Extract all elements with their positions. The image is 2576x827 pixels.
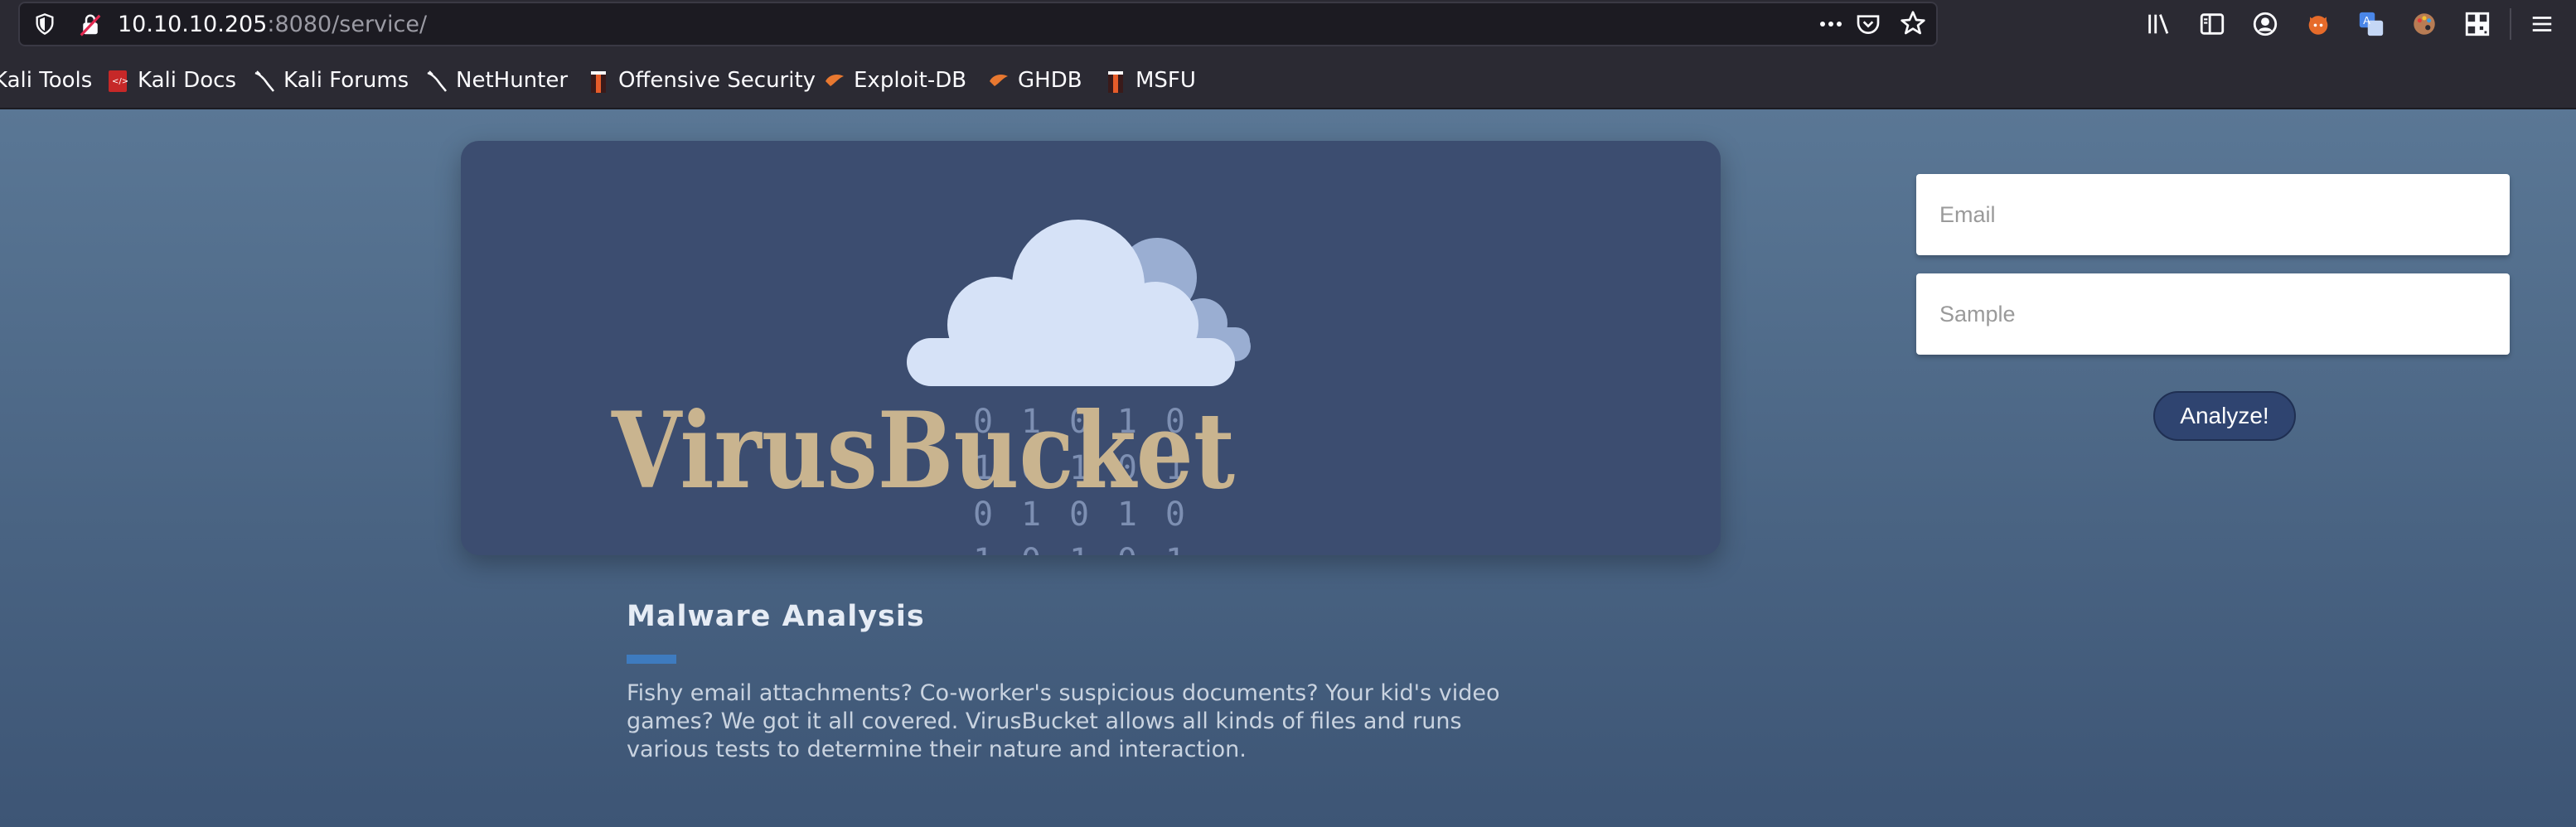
title-underline (627, 655, 676, 664)
page-body: 0 1 0 1 0 1 0 1 0 1 0 1 0 1 0 1 0 1 0 1 … (0, 109, 2576, 827)
bookmark-offensive-security[interactable]: Offensive Security (588, 66, 816, 94)
menu-icon[interactable] (2530, 10, 2558, 38)
bookmark-label: Kali Tools (0, 68, 93, 93)
hero-banner: 0 1 0 1 0 1 0 1 0 1 0 1 0 1 0 1 0 1 0 1 … (461, 141, 1721, 555)
library-icon[interactable] (2145, 10, 2173, 38)
bookmark-label: MSFU (1135, 68, 1196, 93)
section-title: Malware Analysis (627, 600, 925, 633)
kali-dragon-icon (426, 70, 447, 92)
address-bar[interactable]: 10.10.10.205:8080/service/ (18, 2, 1938, 46)
virusbucket-logo: 0 1 0 1 0 1 0 1 0 1 0 1 0 1 0 1 0 1 0 1 … (611, 220, 1251, 555)
bookmark-kali-forums[interactable]: Kali Forums (254, 66, 409, 94)
bookmark-ghdb[interactable]: GHDB (988, 66, 1082, 94)
toolbar-divider (2510, 8, 2511, 40)
browser-toolbar: 10.10.10.205:8080/service/ A (0, 0, 2576, 50)
qr-icon[interactable] (2463, 10, 2491, 38)
cloud-front-icon (907, 220, 1235, 386)
bookmarks-bar: Kali Tools </> Kali Docs Kali Forums Net… (0, 50, 2576, 109)
pocket-icon[interactable] (1855, 11, 1881, 41)
section-description: Fishy email attachments? Co-worker's sus… (627, 680, 1500, 762)
more-icon[interactable] (1817, 12, 1845, 40)
bookmark-label: Kali Docs (138, 68, 237, 93)
bookmark-kali-tools[interactable]: Kali Tools (0, 66, 92, 94)
email-field[interactable] (1916, 174, 2510, 255)
palette-icon[interactable] (2410, 10, 2438, 38)
sample-field[interactable] (1916, 273, 2510, 355)
bookmark-label: Kali Forums (283, 68, 409, 93)
exploitdb-icon (988, 70, 1008, 91)
bookmark-label: Offensive Security (618, 68, 816, 93)
url-host: 10.10.10.205 (118, 12, 268, 37)
extension-fox-icon[interactable] (2304, 10, 2332, 38)
svg-text:A: A (2363, 15, 2370, 27)
bookmark-kali-docs[interactable]: </> Kali Docs (108, 66, 236, 94)
bookmark-star-icon[interactable] (1900, 10, 1926, 40)
analyze-button[interactable]: Analyze! (2153, 391, 2296, 441)
bookmark-msfu[interactable]: MSFU (1106, 66, 1196, 94)
exploitdb-icon (824, 70, 844, 91)
insecure-lock-icon[interactable] (78, 12, 103, 41)
translate-icon[interactable]: A (2357, 10, 2385, 38)
kali-dragon-icon (254, 70, 274, 92)
shield-icon[interactable] (33, 12, 56, 39)
svg-text:</>: </> (112, 77, 128, 86)
bookmark-exploit-db[interactable]: Exploit-DB (824, 66, 966, 94)
url-text[interactable]: 10.10.10.205:8080/service/ (118, 12, 427, 37)
url-path: :8080/service/ (267, 12, 428, 37)
offsec-icon (1106, 70, 1124, 93)
bookmark-label: Exploit-DB (854, 68, 967, 93)
bookmark-nethunter[interactable]: NetHunter (426, 66, 568, 94)
account-icon[interactable] (2251, 10, 2279, 38)
bookmark-label: GHDB (1018, 68, 1082, 93)
sidebar-icon[interactable] (2198, 10, 2226, 38)
bookmark-label: NetHunter (456, 68, 569, 93)
offsec-icon (588, 70, 607, 93)
binary-row: 1 0 1 0 1 (973, 542, 1185, 555)
logo-text: VirusBucket (611, 389, 1235, 512)
kali-docs-icon: </> (108, 70, 128, 92)
